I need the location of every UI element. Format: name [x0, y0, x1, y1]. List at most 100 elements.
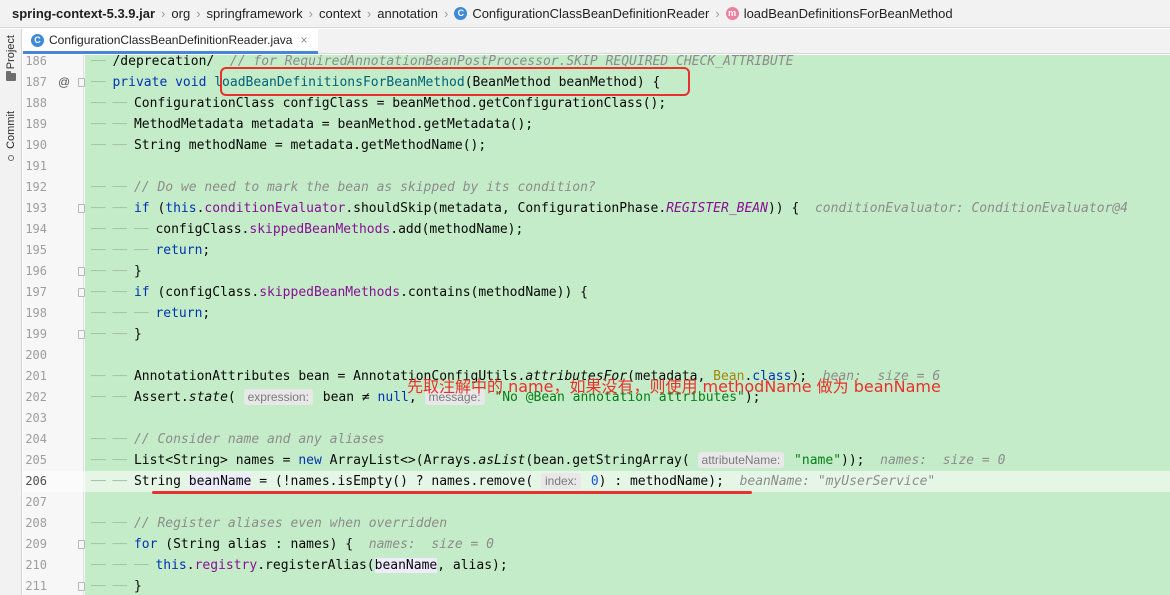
code-text: ── ── if (this.conditionEvaluator.should…: [91, 201, 1129, 216]
code-line[interactable]: 207: [23, 492, 1170, 513]
code-text: ── ── // Do we need to mark the bean as …: [91, 180, 596, 195]
code-text: ── ── ConfigurationClass configClass = b…: [91, 96, 667, 111]
line-number: 198: [25, 306, 47, 320]
line-number: 203: [25, 411, 47, 425]
class-icon: C: [454, 7, 468, 20]
tool-window-strip: Project Commit: [0, 29, 22, 595]
fold-icon[interactable]: [78, 540, 85, 549]
project-tool-button[interactable]: Project: [0, 35, 22, 82]
line-number: 206: [25, 474, 47, 488]
breadcrumb-org[interactable]: org: [171, 6, 190, 21]
inline-debug-value: conditionEvaluator: ConditionEvaluator@4: [814, 201, 1129, 216]
line-number: 190: [25, 138, 47, 152]
line-number: 208: [25, 516, 47, 530]
parameter-hint: index:: [540, 473, 582, 489]
line-number: 199: [25, 327, 47, 341]
code-line[interactable]: 204 ── ── // Consider name and any alias…: [23, 429, 1170, 450]
code-line[interactable]: 208 ── ── // Register aliases even when …: [23, 513, 1170, 534]
code-text: ── ── String beanName = (!names.isEmpty(…: [91, 473, 936, 489]
code-line[interactable]: 188 ── ── ConfigurationClass configClass…: [23, 93, 1170, 114]
fold-icon[interactable]: [78, 582, 85, 591]
breadcrumb-separator: ›: [715, 6, 720, 21]
code-line-current[interactable]: 206 ── ── String beanName = (!names.isEm…: [23, 471, 1170, 492]
fold-icon[interactable]: [78, 204, 85, 213]
line-number: 187: [25, 75, 47, 89]
code-text: ── ── List<String> names = new ArrayList…: [91, 452, 1006, 468]
code-text: ── ── // Consider name and any aliases: [91, 432, 385, 447]
breadcrumb-separator: ›: [161, 6, 166, 21]
editor-tab-bar: C ConfigurationClassBeanDefinitionReader…: [23, 29, 1170, 54]
annotation-highlight-box: [220, 67, 690, 96]
fold-icon[interactable]: [78, 267, 85, 276]
fold-icon[interactable]: [78, 78, 85, 87]
line-number: 205: [25, 453, 47, 467]
annotation-note: 先取注解中的 name，如果没有，则使用 methodName 做为 beanN…: [407, 377, 941, 396]
annotation-underline: [152, 491, 752, 494]
override-marker-icon[interactable]: @: [58, 72, 70, 93]
breadcrumb-annotation[interactable]: annotation: [377, 6, 438, 21]
code-text: ── ── ── configClass.skippedBeanMethods.…: [91, 222, 524, 237]
line-number: 209: [25, 537, 47, 551]
code-line[interactable]: 209 ── ── for (String alias : names) { n…: [23, 534, 1170, 555]
line-number: 197: [25, 285, 47, 299]
line-number: 195: [25, 243, 47, 257]
code-text: ── ── }: [91, 327, 142, 342]
line-number: 201: [25, 369, 47, 383]
project-tool-label: Project: [5, 35, 17, 70]
line-number: 210: [25, 558, 47, 572]
code-line[interactable]: 210 ── ── ── this.registry.registerAlias…: [23, 555, 1170, 576]
editor-tab-label: ConfigurationClassBeanDefinitionReader.j…: [49, 33, 293, 47]
breadcrumb-jar[interactable]: spring-context-5.3.9.jar: [12, 6, 155, 21]
code-line[interactable]: 211 ── ── }: [23, 576, 1170, 595]
line-number: 196: [25, 264, 47, 278]
commit-tool-button[interactable]: Commit: [0, 111, 22, 164]
breadcrumb-class[interactable]: C ConfigurationClassBeanDefinitionReader: [454, 6, 709, 21]
class-icon: C: [31, 33, 44, 47]
inline-debug-value: names: size = 0: [368, 537, 495, 552]
code-line[interactable]: 191: [23, 156, 1170, 177]
folder-icon: [6, 71, 16, 82]
line-number: 202: [25, 390, 47, 404]
code-line[interactable]: 199 ── ── }: [23, 324, 1170, 345]
line-number: 192: [25, 180, 47, 194]
commit-icon: [6, 151, 16, 164]
code-line[interactable]: 194 ── ── ── configClass.skippedBeanMeth…: [23, 219, 1170, 240]
method-icon: m: [725, 7, 739, 20]
code-editor[interactable]: 186 ── /deprecation/ // for RequiredAnno…: [23, 55, 1170, 595]
line-number: 200: [25, 348, 47, 362]
breadcrumb: spring-context-5.3.9.jar › org › springf…: [0, 0, 1170, 28]
breadcrumb-context[interactable]: context: [319, 6, 361, 21]
code-line[interactable]: 196 ── ── }: [23, 261, 1170, 282]
code-text: ── ── ── return;: [91, 306, 211, 321]
code-line[interactable]: 195 ── ── ── return;: [23, 240, 1170, 261]
code-line[interactable]: 197 ── ── if (configClass.skippedBeanMet…: [23, 282, 1170, 303]
line-number: 191: [25, 159, 47, 173]
code-text: ── ── String methodName = metadata.getMe…: [91, 138, 487, 153]
editor-tab[interactable]: C ConfigurationClassBeanDefinitionReader…: [23, 29, 318, 54]
code-line[interactable]: 189 ── ── MethodMetadata metadata = bean…: [23, 114, 1170, 135]
code-line[interactable]: 190 ── ── String methodName = metadata.g…: [23, 135, 1170, 156]
breadcrumb-method[interactable]: m loadBeanDefinitionsForBeanMethod: [725, 6, 953, 21]
code-line[interactable]: 192 ── ── // Do we need to mark the bean…: [23, 177, 1170, 198]
line-number: 186: [25, 55, 47, 68]
code-text: ── ── MethodMetadata metadata = beanMeth…: [91, 117, 534, 132]
breadcrumb-separator: ›: [366, 6, 372, 21]
code-text: ── ── if (configClass.skippedBeanMethods…: [91, 285, 588, 300]
line-number: 193: [25, 201, 47, 215]
code-line[interactable]: 205 ── ── List<String> names = new Array…: [23, 450, 1170, 471]
code-text: ── ── }: [91, 264, 142, 279]
breadcrumb-class-label: ConfigurationClassBeanDefinitionReader: [472, 6, 710, 21]
commit-tool-label: Commit: [5, 111, 17, 149]
fold-icon[interactable]: [78, 288, 85, 297]
close-icon[interactable]: ×: [300, 33, 307, 47]
parameter-hint: expression:: [243, 389, 313, 405]
breadcrumb-springframework[interactable]: springframework: [207, 6, 303, 21]
code-line[interactable]: 203: [23, 408, 1170, 429]
fold-icon[interactable]: [78, 330, 85, 339]
code-line[interactable]: 198 ── ── ── return;: [23, 303, 1170, 324]
code-line[interactable]: 200: [23, 345, 1170, 366]
code-text: ── ── // Register aliases even when over…: [91, 516, 448, 531]
code-line[interactable]: 193 ── ── if (this.conditionEvaluator.sh…: [23, 198, 1170, 219]
code-text: ── ── for (String alias : names) { names…: [91, 537, 495, 552]
inline-debug-value: names: size = 0: [880, 453, 1006, 468]
